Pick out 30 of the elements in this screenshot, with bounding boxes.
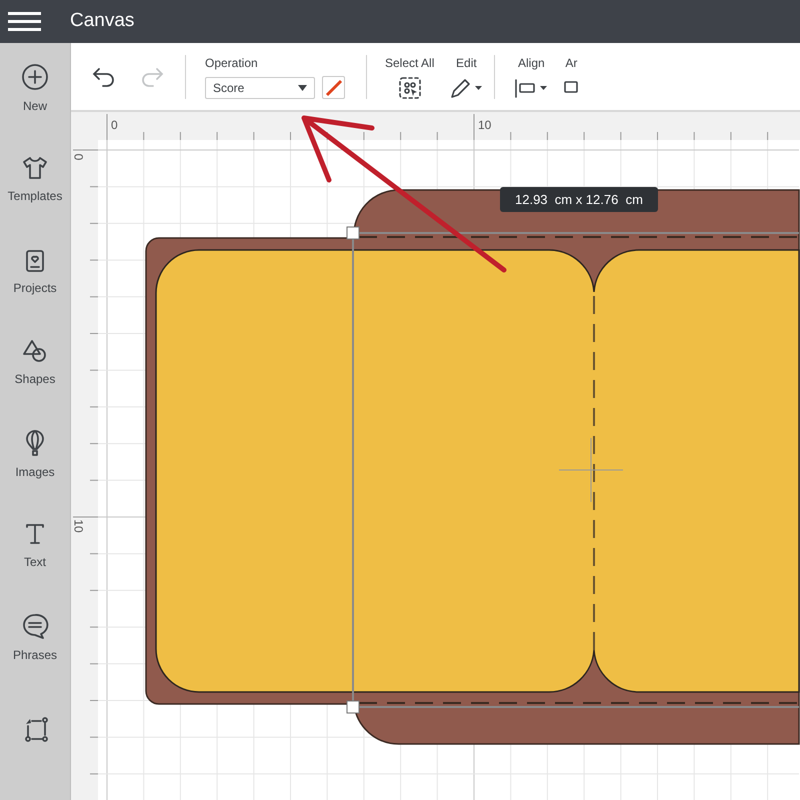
plus-circle-icon [21,62,49,91]
sidebar-item[interactable]: Phrases [0,592,70,684]
t-shirt-icon [22,155,48,182]
selection-handle[interactable] [346,226,360,240]
sidebar-item[interactable]: Images [0,409,70,500]
toolbar-tool[interactable]: Ar [563,54,580,100]
sidebar-item[interactable]: Text [0,500,70,592]
toolbar-tool[interactable]: Align [513,54,550,100]
ruler-label: 0 [111,117,118,134]
toolbar-tool[interactable]: Select All [385,54,434,100]
sidebar-item[interactable]: Templates [0,134,70,226]
hot-air-balloon-icon [23,428,47,457]
toolbar-tool[interactable]: Edit [448,54,484,100]
ruler-label: 0 [71,154,86,160]
ruler-label: 10 [478,117,492,134]
shapes-icon [21,338,49,364]
caret-icon [298,84,307,90]
page-title: Canvas [70,9,134,34]
operation-dropdown[interactable]: Score [205,76,315,98]
sidebar-item[interactable]: New [0,43,70,134]
speech-bubble-icon [21,612,49,640]
selection-handle[interactable] [346,700,360,714]
sidebar-item[interactable]: Projects [0,226,70,318]
select-all-icon [398,76,422,100]
ruler-label: 10 [71,519,87,533]
line-color-swatch[interactable] [322,76,345,99]
dimension-tooltip: 12.93 cm x 12.76 cm [500,187,658,212]
crosshair-icon [558,438,624,502]
sidebar-item[interactable]: Shapes [0,318,70,409]
operation-label: Operation [205,55,259,72]
